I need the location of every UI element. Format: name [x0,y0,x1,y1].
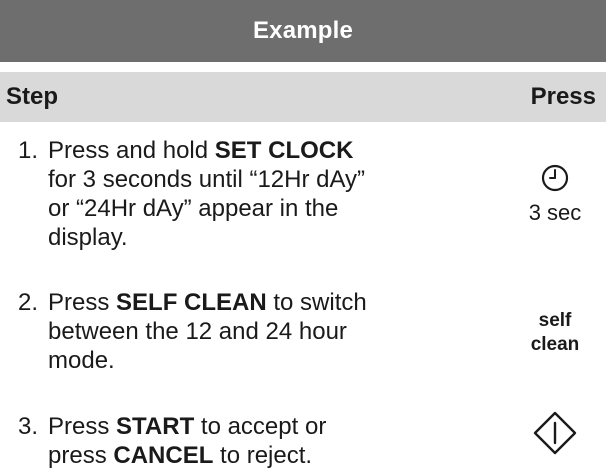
self-clean-label-line-2: clean [530,334,580,355]
step-2-line-2: between the 12 and 24 hour [48,318,347,345]
step-1-pre: Press and hold [48,137,215,164]
step-1-bold: SET CLOCK [214,137,354,164]
step-column-header: Step [6,83,59,110]
step-3-press [510,410,600,461]
step-3-text: 3. Press START to accept or press CANCEL … [18,412,326,470]
step-2-line-3: mode. [48,347,115,374]
step-3-post: to accept or [194,413,327,440]
table-title: Example [252,17,354,44]
step-1-press: 3 sec [510,163,600,226]
step-1-number: 1. [18,137,39,164]
step-3-line-2-pre: press [48,442,114,469]
step-3-line-2-bold: CANCEL [113,442,214,469]
clock-icon [541,164,569,192]
step-1-line-2: for 3 seconds until “12Hr dAy” [48,166,366,193]
step-2-bold: SELF CLEAN [116,289,267,316]
step-3-number: 3. [18,413,39,440]
start-diamond-icon [533,411,577,455]
step-3-pre: Press [48,413,117,440]
table-header-row: Step Press [0,72,606,122]
step-2-press: self clean [510,309,600,357]
step-2-number: 2. [18,289,39,316]
step-3-bold: START [116,413,195,440]
step-1-line-4: display. [48,224,128,251]
step-2-post: to switch [266,289,367,316]
step-2-text: 2. Press SELF CLEAN to switch between the… [18,288,367,375]
step-2-pre: Press [48,289,117,316]
step-1-press-label: 3 sec [528,200,582,225]
example-table: Example Step Press 1. Press and hold SET … [0,0,606,469]
table-title-bar: Example [0,0,606,62]
press-column-header: Press [530,83,596,110]
step-3-line-2-post: to reject. [213,442,313,469]
self-clean-label-line-1: self [538,310,572,331]
step-1-text: 1. Press and hold SET CLOCK for 3 seconds… [18,136,365,252]
step-1-line-3: or “24Hr dAy” appear in the [48,195,339,222]
